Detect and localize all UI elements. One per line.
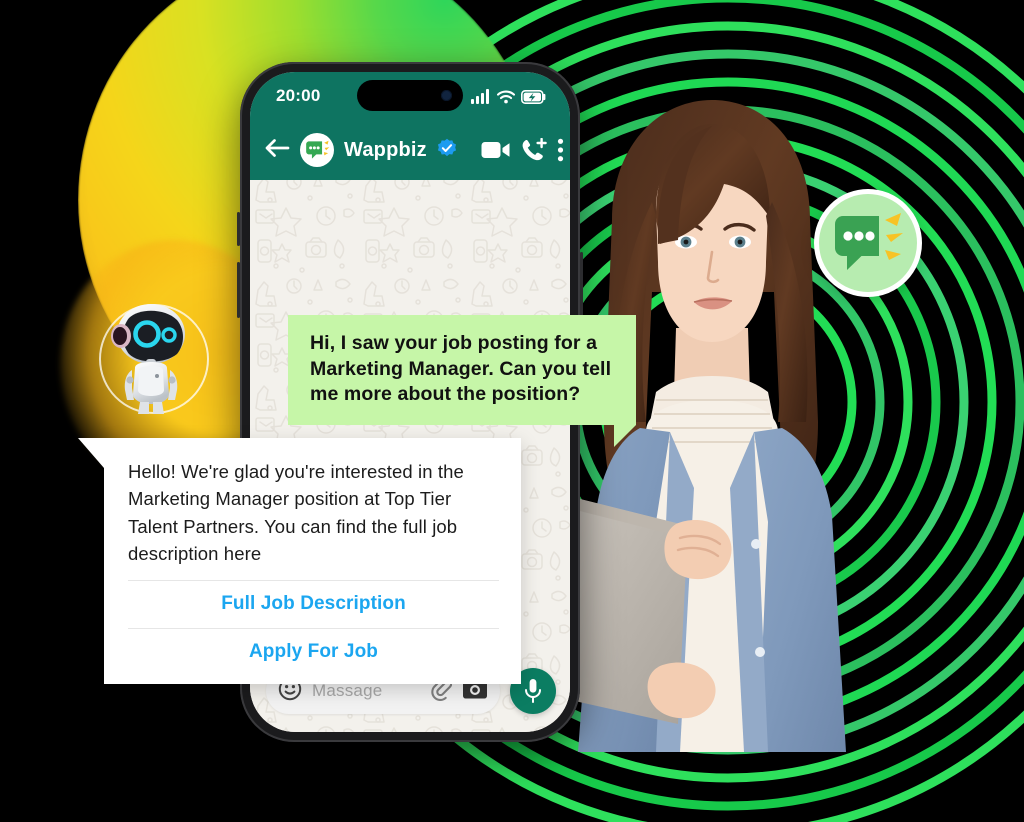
- outgoing-message-bubble: Hi, I saw your job posting for a Marketi…: [288, 315, 636, 448]
- scene-root: 20:00 Wappbiz Massage Hi, I saw your job…: [0, 0, 1024, 822]
- wappbiz-logo-icon[interactable]: [300, 133, 334, 167]
- contact-name: Wappbiz: [344, 138, 427, 161]
- front-camera-icon: [441, 90, 452, 101]
- signal-icon: [471, 88, 489, 104]
- message-input-placeholder: Massage: [312, 681, 383, 700]
- verified-badge-icon: [437, 138, 457, 163]
- apply-for-job-button[interactable]: Apply For Job: [128, 627, 499, 676]
- dynamic-island: [357, 80, 463, 111]
- wifi-icon: [497, 90, 515, 103]
- status-bar: 20:00: [250, 72, 570, 120]
- incoming-message-text: Hello! We're glad you're interested in t…: [128, 461, 464, 565]
- back-arrow-icon[interactable]: [264, 138, 290, 163]
- chat-header: Wappbiz: [250, 120, 570, 180]
- full-job-description-button[interactable]: Full Job Description: [128, 579, 499, 628]
- battery-charging-icon: [521, 89, 546, 104]
- robot-mascot-icon: [99, 304, 209, 414]
- more-options-icon[interactable]: [557, 138, 564, 162]
- status-icons: [471, 88, 546, 104]
- add-call-icon[interactable]: [521, 138, 547, 162]
- outgoing-message-text: Hi, I saw your job posting for a Marketi…: [310, 332, 612, 406]
- incoming-message-bubble: Hello! We're glad you're interested in t…: [78, 438, 521, 684]
- video-call-icon[interactable]: [481, 139, 511, 161]
- speech-bubble-badge-icon: [814, 189, 922, 297]
- status-clock: 20:00: [276, 86, 321, 105]
